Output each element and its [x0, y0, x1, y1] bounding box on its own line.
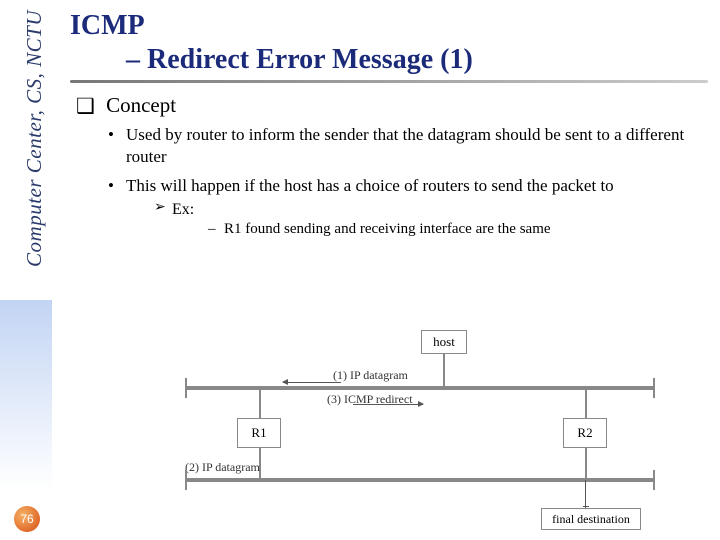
arrow-ip1 [283, 382, 341, 383]
sub-list: Ex: R1 found sending and receiving inter… [154, 199, 708, 240]
bullet-1: Used by router to inform the sender that… [108, 124, 708, 169]
final-arrowhead-bar [583, 506, 589, 507]
node-host: host [421, 330, 467, 354]
node-r2: R2 [563, 418, 607, 448]
title-line-2: – Redirect Error Message (1) [70, 44, 708, 76]
label-2-ip-datagram: (2) IP datagram [185, 460, 260, 475]
node-final-destination: final destination [541, 508, 641, 530]
final-stub [585, 480, 586, 508]
arrow-icmp-redirect [353, 404, 423, 405]
example-detail: R1 found sending and receiving interface… [208, 220, 708, 240]
r2-bottom-stub [585, 448, 587, 478]
section-heading-text: Concept [106, 93, 176, 117]
bullet-square-icon: ❑ [76, 94, 95, 119]
content-area: ICMP – Redirect Error Message (1) ❑ Conc… [70, 10, 708, 246]
bottom-cable-left-end [185, 470, 187, 490]
bullet-list: Used by router to inform the sender that… [108, 124, 708, 240]
subsub-list: R1 found sending and receiving interface… [208, 220, 708, 240]
example-label: Ex: R1 found sending and receiving inter… [154, 199, 708, 240]
bullet-2-text: This will happen if the host has a choic… [126, 176, 614, 195]
title-line-1: ICMP [70, 10, 708, 42]
top-cable-left-end [185, 378, 187, 398]
section-heading: ❑ Concept [76, 93, 708, 118]
page-number-badge: 76 [14, 506, 40, 532]
network-diagram: host (1) IP datagram (3) ICMP redirect R… [185, 330, 665, 530]
top-cable-right-end [653, 378, 655, 398]
sidebar-org-text: Computer Center, CS, NCTU [22, 10, 47, 267]
bottom-cable-right-end [653, 470, 655, 490]
example-label-text: Ex: [172, 201, 194, 218]
node-r1: R1 [237, 418, 281, 448]
label-1-ip-datagram: (1) IP datagram [333, 368, 408, 383]
host-stub [443, 354, 445, 386]
r1-top-stub [259, 388, 261, 418]
slide: Computer Center, CS, NCTU 76 ICMP – Redi… [0, 0, 720, 540]
bullet-2: This will happen if the host has a choic… [108, 175, 708, 240]
r2-top-stub [585, 388, 587, 418]
sidebar-gradient [0, 300, 52, 490]
title-underline [70, 80, 708, 83]
